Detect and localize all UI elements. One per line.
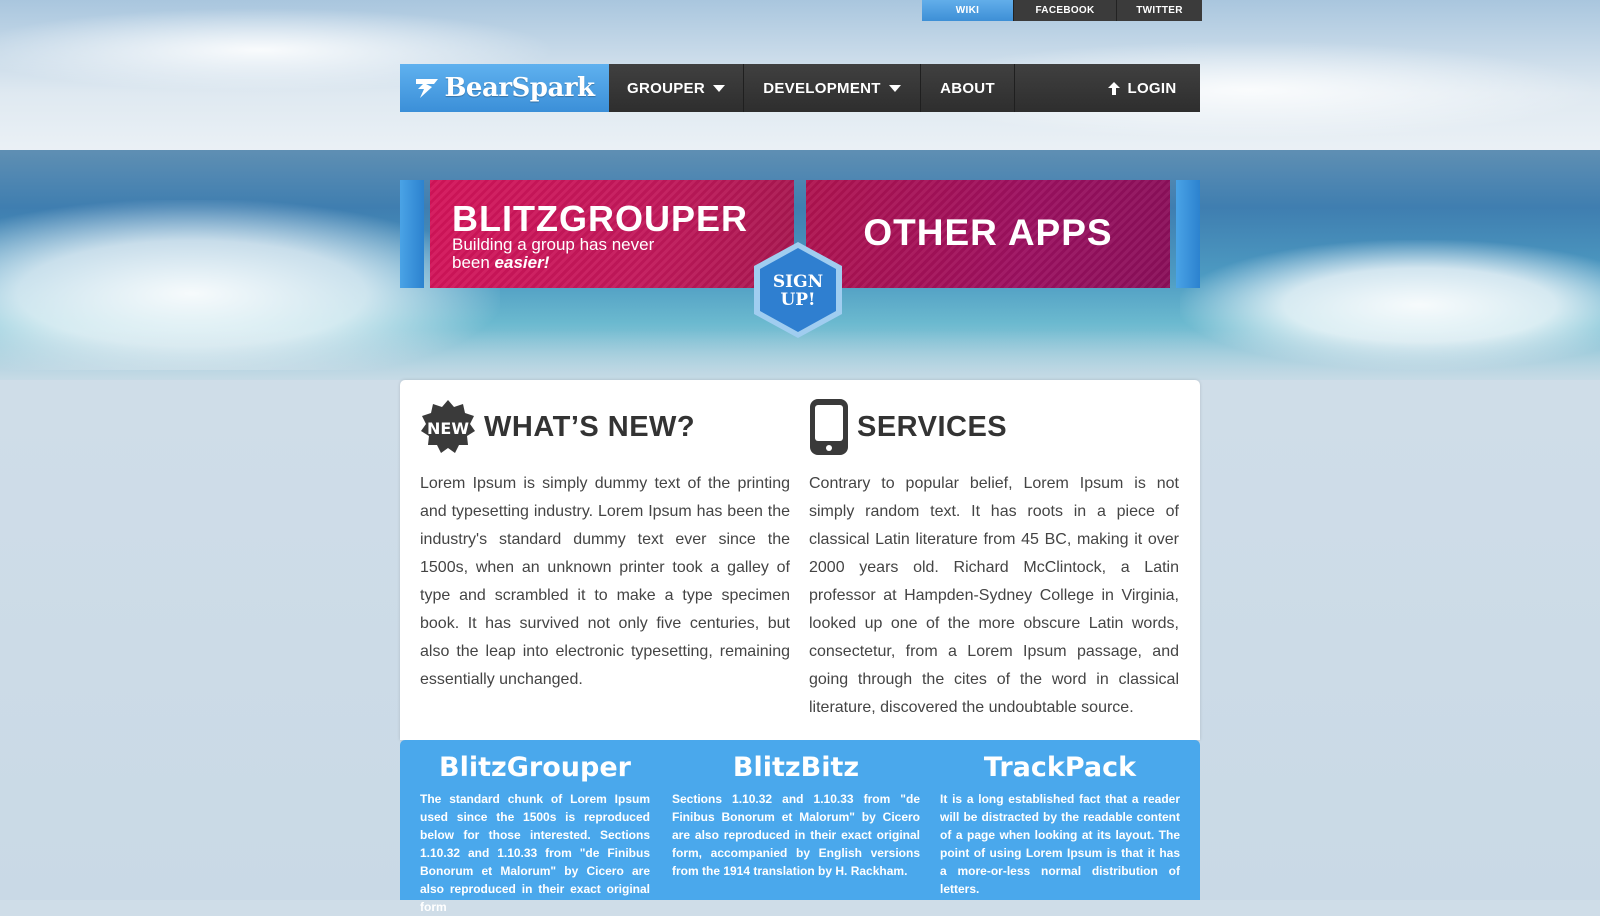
smartphone-icon [810, 399, 848, 455]
other-apps-banner[interactable]: OTHER APPS [806, 180, 1170, 288]
app-trackpack-title[interactable]: TrackPack [940, 752, 1180, 783]
whats-new-body: Lorem Ipsum is simply dummy text of the … [420, 475, 790, 688]
services-title: SERVICES [857, 410, 1008, 443]
app-trackpack-description: It is a long established fact that a rea… [940, 792, 1180, 896]
services-body: Contrary to popular belief, Lorem Ipsum … [809, 475, 1179, 716]
nav-about-label: ABOUT [940, 79, 995, 97]
login-button[interactable]: LOGIN [1090, 64, 1200, 112]
whats-new-header: NEW WHAT’S NEW? [420, 398, 790, 456]
services-header: SERVICES [809, 398, 1179, 456]
app-blitzgrouper-description: The standard chunk of Lorem Ipsum used s… [420, 792, 650, 914]
nav-development[interactable]: DEVELOPMENT [744, 64, 921, 112]
app-blitzbitz: BlitzBitz Sections 1.10.32 and 1.10.33 f… [672, 752, 920, 880]
new-badge-icon: NEW [421, 400, 475, 453]
blitzgrouper-banner-title: BLITZGROUPER [452, 198, 748, 239]
sign-up-button[interactable]: SIGN UP! [750, 240, 846, 340]
blitzgrouper-banner-tagline: Building a group has never been easier! [452, 236, 682, 272]
sign-up-line-1: SIGN [772, 272, 824, 292]
arrow-up-icon [1107, 81, 1120, 95]
chevron-down-icon [888, 84, 901, 92]
sign-up-label: SIGN UP! [750, 273, 846, 309]
whats-new-title: WHAT’S NEW? [484, 410, 696, 443]
apps-strip: BlitzGrouper The standard chunk of Lorem… [400, 740, 1200, 914]
social-links: WIKI FACEBOOK TWITTER [922, 0, 1202, 21]
app-blitzbitz-title[interactable]: BlitzBitz [672, 752, 920, 783]
blitzgrouper-banner[interactable]: BLITZGROUPER Building a group has never … [430, 180, 794, 288]
app-blitzgrouper: BlitzGrouper The standard chunk of Lorem… [420, 752, 650, 916]
tagline-text: Building a group has never been [452, 235, 655, 272]
facebook-link[interactable]: FACEBOOK [1013, 0, 1116, 21]
nav-grouper-label: GROUPER [627, 79, 705, 97]
whats-new-section: NEW WHAT’S NEW? Lorem Ipsum is simply du… [420, 398, 790, 694]
bearspark-logo[interactable]: BearSpark [400, 64, 609, 112]
nav-about[interactable]: ABOUT [921, 64, 1015, 112]
nav-development-label: DEVELOPMENT [763, 79, 881, 97]
nav-grouper[interactable]: GROUPER [609, 64, 744, 112]
app-trackpack: TrackPack It is a long established fact … [940, 752, 1180, 898]
new-badge-text: NEW [427, 419, 469, 438]
banner-side-bar-left [400, 180, 424, 288]
wiki-link[interactable]: WIKI [922, 0, 1013, 21]
chevron-down-icon [712, 84, 725, 92]
app-blitzgrouper-title[interactable]: BlitzGrouper [420, 752, 650, 783]
app-blitzbitz-description: Sections 1.10.32 and 1.10.33 from "de Fi… [672, 792, 920, 878]
login-label: LOGIN [1127, 79, 1177, 97]
banner-side-bar-right [1176, 180, 1200, 288]
tagline-emphasis: easier! [494, 253, 550, 272]
lightning-bolt-icon [416, 79, 439, 98]
other-apps-banner-title: OTHER APPS [863, 212, 1113, 253]
sign-up-line-2: UP! [780, 290, 816, 310]
services-section: SERVICES Contrary to popular belief, Lor… [809, 398, 1179, 722]
content-card: NEW WHAT’S NEW? Lorem Ipsum is simply du… [400, 380, 1200, 740]
twitter-link[interactable]: TWITTER [1116, 0, 1202, 21]
main-navigation: BearSpark GROUPER DEVELOPMENT ABOUT LOGI… [400, 64, 1200, 112]
logo-text: BearSpark [444, 73, 595, 103]
